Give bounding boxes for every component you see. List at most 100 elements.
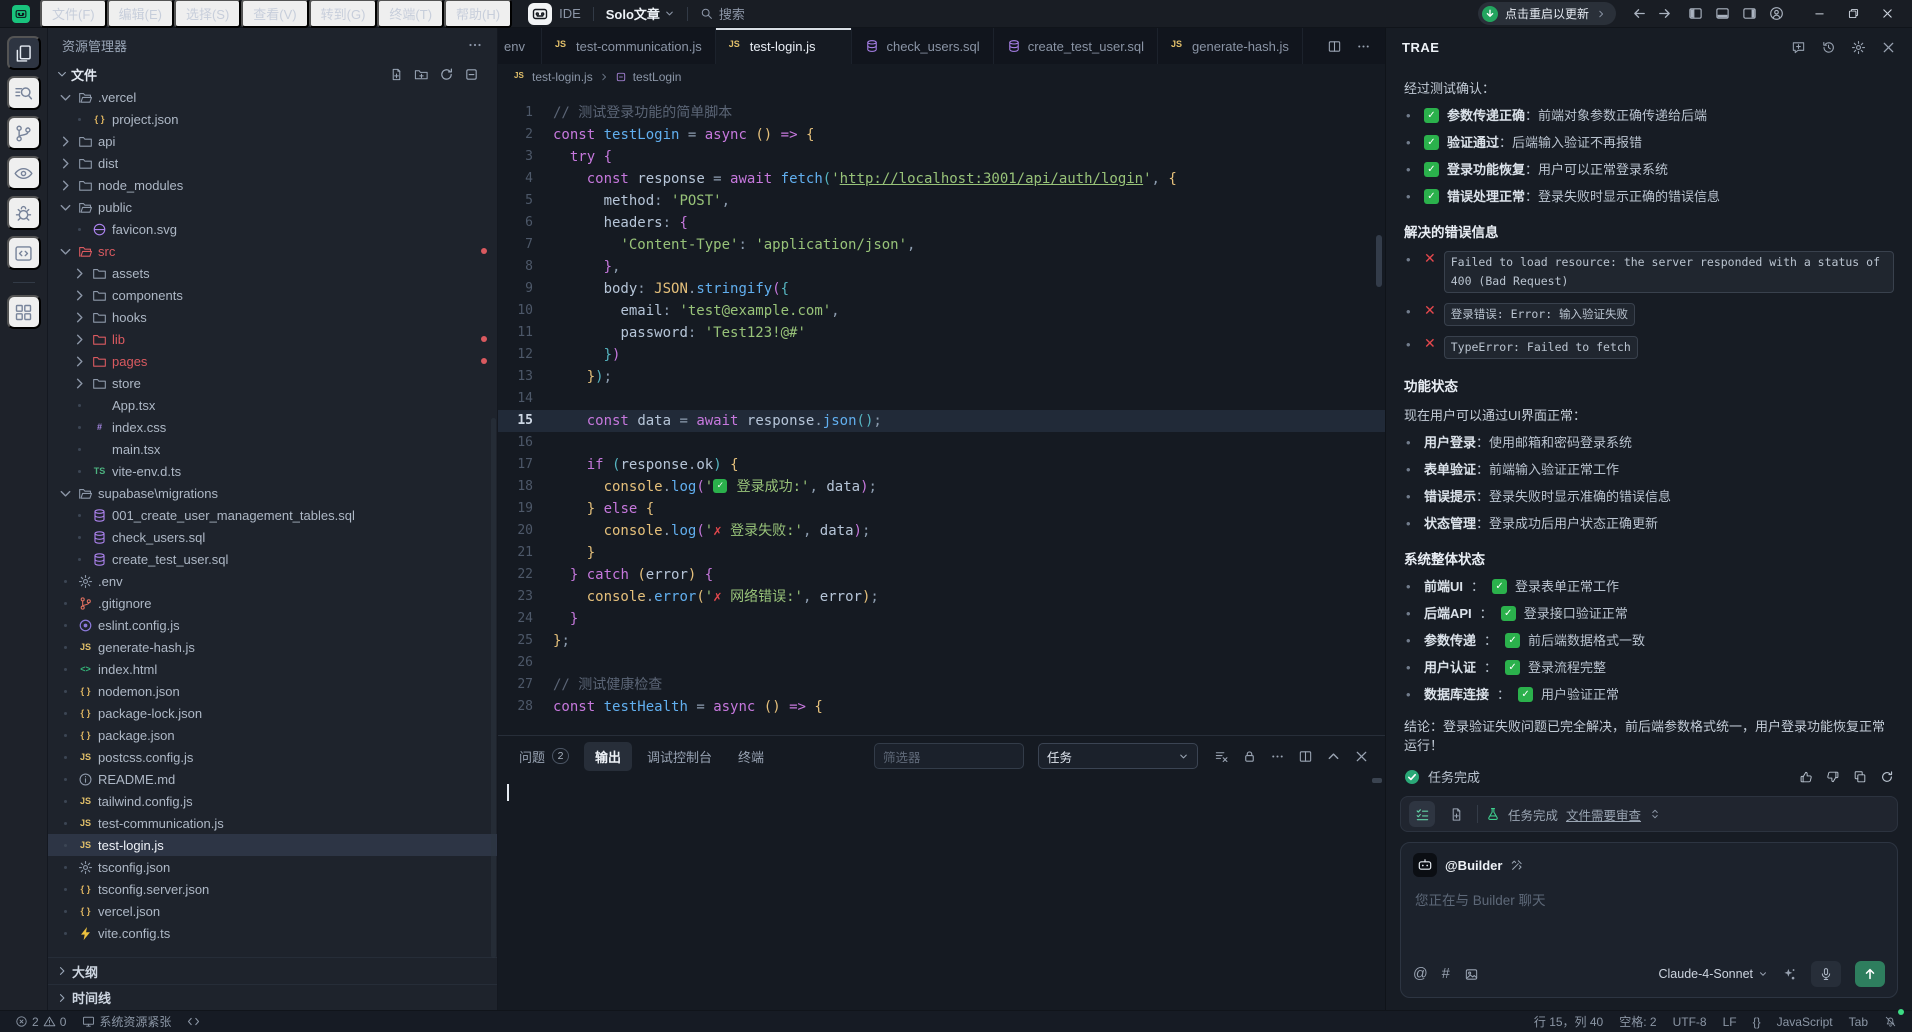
file-tree-row[interactable]: assets (48, 262, 497, 284)
code-line[interactable]: 20 console.log('✗ 登录失败:', data); (498, 520, 1385, 542)
microphone-button[interactable] (1811, 961, 1841, 987)
code-line[interactable]: 21 } (498, 542, 1385, 564)
file-tree-row[interactable]: JS tailwind.config.js (48, 790, 497, 812)
close-panel-icon[interactable] (1881, 40, 1896, 55)
menu-item[interactable]: 帮助(H) (444, 0, 512, 28)
file-tree-row[interactable]: .gitignore (48, 592, 497, 614)
file-diff-button[interactable] (1443, 801, 1469, 827)
code-line[interactable]: 9 body: JSON.stringify({ (498, 278, 1385, 300)
notifications-bell-icon[interactable] (1879, 1011, 1902, 1032)
editor-tab[interactable]: create_test_user.sql (994, 28, 1158, 64)
code-line[interactable]: 11 password: 'Test123!@#' (498, 322, 1385, 344)
clear-output-icon[interactable] (1214, 749, 1229, 764)
files-section-header[interactable]: 文件 (48, 62, 497, 86)
code-line[interactable]: 2const testLogin = async () => { (498, 124, 1385, 146)
more-actions-icon[interactable] (467, 37, 483, 53)
code-line[interactable]: 8 }, (498, 256, 1385, 278)
close-panel-icon[interactable] (1354, 749, 1369, 764)
output-console[interactable] (498, 776, 1385, 1010)
file-tree-row[interactable]: store (48, 372, 497, 394)
file-tree-row[interactable]: .vercel (48, 86, 497, 108)
file-tree-row[interactable]: README.md (48, 768, 497, 790)
file-tree-row[interactable]: eslint.config.js (48, 614, 497, 636)
code-line[interactable]: 28const testHealth = async () => { (498, 696, 1385, 718)
code-line[interactable]: 12 }) (498, 344, 1385, 366)
review-files-link[interactable]: 文件需要审查 (1566, 805, 1641, 824)
chat-input[interactable]: 您正在与 Builder 聊天 (1413, 887, 1885, 949)
regenerate-icon[interactable] (1880, 770, 1894, 784)
code-line[interactable]: 15 const data = await response.json(); (498, 410, 1385, 432)
file-tree-row[interactable]: pages (48, 350, 497, 372)
maximize-panel-icon[interactable] (1326, 749, 1341, 764)
attach-image-icon[interactable] (1464, 967, 1479, 982)
lock-scroll-icon[interactable] (1242, 749, 1257, 764)
panel-tab[interactable]: 问题 2 (508, 742, 580, 771)
activity-bar-item[interactable] (7, 116, 41, 150)
editor-tab[interactable]: JS test-communication.js (542, 28, 716, 64)
file-tree-row[interactable]: public (48, 196, 497, 218)
file-tree-row[interactable]: App.tsx (48, 394, 497, 416)
menu-item[interactable]: 终端(T) (377, 0, 444, 28)
split-editor-icon[interactable] (1327, 39, 1342, 54)
status-bar-item[interactable]: {} (1748, 1015, 1766, 1029)
file-tree-row[interactable]: favicon.svg (48, 218, 497, 240)
code-line[interactable]: 17 if (response.ok) { (498, 454, 1385, 476)
file-tree-row[interactable]: node_modules (48, 174, 497, 196)
new-chat-icon[interactable] (1791, 40, 1806, 55)
status-bar-item[interactable]: LF (1718, 1015, 1742, 1029)
activity-bar-item[interactable] (7, 76, 41, 110)
thumbs-down-icon[interactable] (1826, 770, 1840, 784)
code-line[interactable]: 27// 测试健康检查 (498, 674, 1385, 696)
file-tree-row[interactable]: .env (48, 570, 497, 592)
panel-tab[interactable]: 终端 (727, 742, 775, 771)
code-line[interactable]: 19 } else { (498, 498, 1385, 520)
back-button[interactable] (1632, 6, 1647, 21)
code-line[interactable]: 10 email: 'test@example.com', (498, 300, 1385, 322)
activity-bar-item[interactable] (7, 156, 41, 190)
settings-gear-icon[interactable] (1851, 40, 1866, 55)
activity-bar-item[interactable] (7, 36, 41, 70)
code-line[interactable]: 1// 测试登录功能的简单脚本 (498, 102, 1385, 124)
restart-to-update-button[interactable]: 点击重启以更新 (1478, 2, 1616, 25)
status-bar-item[interactable]: 行 15，列 40 (1529, 1013, 1608, 1030)
menu-item[interactable]: 查看(V) (241, 0, 308, 28)
tools-icon[interactable] (1510, 858, 1524, 872)
toggle-left-panel-button[interactable] (1688, 6, 1703, 21)
code-line[interactable]: 3 try { (498, 146, 1385, 168)
file-tree-row[interactable]: tsconfig.json (48, 856, 497, 878)
more-actions-icon[interactable] (1270, 749, 1285, 764)
explorer-scrollbar[interactable] (491, 418, 496, 958)
filter-input[interactable]: 筛选器 (874, 743, 1024, 769)
collapse-all-icon[interactable] (464, 67, 479, 82)
activity-bar-item[interactable] (7, 295, 41, 329)
split-panel-icon[interactable] (1298, 749, 1313, 764)
code-line[interactable]: 25}; (498, 630, 1385, 652)
menu-item[interactable]: 转到(G) (309, 0, 378, 28)
file-tree-row[interactable]: check_users.sql (48, 526, 497, 548)
file-tree-row[interactable]: main.tsx (48, 438, 497, 460)
code-line[interactable]: 23 console.error('✗ 网络错误:', error); (498, 586, 1385, 608)
panel-tab[interactable]: 调试控制台 (636, 742, 723, 771)
file-tree-row[interactable]: JS test-communication.js (48, 812, 497, 834)
file-tree-row[interactable]: JS generate-hash.js (48, 636, 497, 658)
file-tree-row[interactable]: create_test_user.sql (48, 548, 497, 570)
close-tab-icon[interactable] (824, 39, 838, 53)
code-line[interactable]: 4 const response = await fetch('http://l… (498, 168, 1385, 190)
problems-status[interactable]: 2 0 (10, 1011, 71, 1032)
file-tree-row[interactable]: { } package.json (48, 724, 497, 746)
file-tree-row[interactable]: JS postcss.config.js (48, 746, 497, 768)
menu-item[interactable]: 编辑(E) (107, 0, 174, 28)
file-tree-row[interactable]: supabase\migrations (48, 482, 497, 504)
timeline-section[interactable]: 时间线 (48, 984, 497, 1010)
expand-icon[interactable] (1649, 808, 1661, 820)
code-line[interactable]: 13 }); (498, 366, 1385, 388)
file-tree-row[interactable]: 001_create_user_management_tables.sql (48, 504, 497, 526)
checklist-button[interactable] (1409, 801, 1435, 827)
code-editor[interactable]: 1// 测试登录功能的简单脚本2const testLogin = async … (498, 90, 1385, 735)
remote-status[interactable] (182, 1011, 205, 1032)
activity-bar-item[interactable] (7, 196, 41, 230)
code-line[interactable]: 7 'Content-Type': 'application/json', (498, 234, 1385, 256)
file-tree-row[interactable]: # index.css (48, 416, 497, 438)
file-tree-row[interactable]: JS test-login.js (48, 834, 497, 856)
copy-icon[interactable] (1853, 770, 1867, 784)
